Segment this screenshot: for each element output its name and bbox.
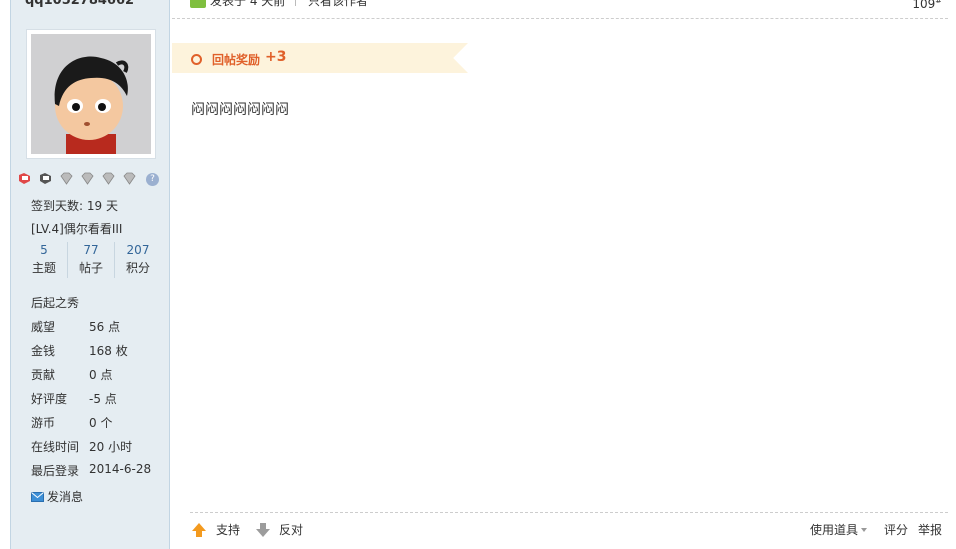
user-level[interactable]: [LV.4]偶尔看看III: [31, 220, 122, 237]
info-value: -5 点: [89, 392, 117, 406]
post-footer-divider: [190, 512, 948, 513]
reward-value: +3: [265, 49, 287, 65]
stat-num: 207: [126, 243, 150, 257]
info-value: 20 小时: [89, 440, 133, 454]
avatar-image: [31, 34, 151, 154]
author-sidebar: qq1052784662 ? 签到天数: 19 天 [LV.4]偶尔看看III …: [10, 0, 170, 549]
info-key: 在线时间: [31, 440, 80, 454]
divider: [295, 0, 296, 6]
use-tool-dropdown[interactable]: 使用道具: [810, 521, 868, 538]
send-message-label: 发消息: [47, 490, 84, 504]
stat-num: 5: [40, 243, 48, 257]
stat-label: 积分: [125, 261, 150, 275]
stat-label: 主题: [31, 261, 56, 275]
diamond-icon[interactable]: [101, 171, 116, 186]
diamond-icon[interactable]: [59, 171, 74, 186]
diamond-icon[interactable]: [80, 171, 95, 186]
reward-ring-icon: [191, 54, 202, 65]
help-icon[interactable]: ?: [146, 173, 159, 186]
info-key: 游币: [31, 416, 56, 430]
reply-reward-banner: 回帖奖励 +3: [172, 43, 468, 73]
arrow-up-icon[interactable]: [191, 522, 207, 538]
avatar[interactable]: [26, 29, 156, 159]
medal-red-icon[interactable]: [17, 171, 32, 186]
info-key: 贡献: [31, 368, 56, 382]
post-meta-bar: 发表于 4 天前 只看该作者 109#: [172, 0, 948, 19]
chevron-down-icon: [861, 528, 868, 532]
info-value: 0 点: [89, 368, 113, 382]
stat-posts[interactable]: 77 帖子: [68, 242, 114, 278]
info-key: 最后登录: [31, 464, 80, 478]
report-button[interactable]: 举报: [918, 521, 942, 538]
send-message-button[interactable]: 发消息: [31, 488, 83, 505]
rate-button[interactable]: 评分: [884, 521, 908, 538]
stat-label: 帖子: [78, 261, 103, 275]
arrow-down-icon[interactable]: [255, 522, 271, 538]
stat-points[interactable]: 207 积分: [115, 242, 161, 278]
online-status-icon: [190, 0, 206, 8]
post-content: 闷闷闷闷闷闷闷: [191, 102, 289, 118]
signin-days: 签到天数: 19 天: [31, 199, 118, 213]
stat-num: 77: [83, 243, 99, 257]
info-value: 168 枚: [89, 344, 128, 358]
posted-time: 发表于 4 天前: [210, 0, 286, 8]
medal-row: [17, 171, 167, 187]
info-value: 0 个: [89, 416, 113, 430]
only-author-link[interactable]: 只看该作者: [308, 0, 368, 9]
info-value: 2014-6-28: [89, 462, 152, 476]
info-key: 金钱: [31, 344, 56, 358]
stat-threads[interactable]: 5 主题: [21, 242, 67, 278]
floor-suffix: #: [935, 0, 942, 5]
oppose-button[interactable]: 反对: [279, 521, 303, 538]
medal-dark-icon[interactable]: [38, 171, 53, 186]
author-username[interactable]: qq1052784662: [25, 0, 134, 8]
diamond-icon[interactable]: [122, 171, 137, 186]
envelope-icon: [31, 491, 44, 502]
reward-label: 回帖奖励: [212, 53, 261, 67]
info-key: 威望: [31, 320, 56, 334]
support-button[interactable]: 支持: [216, 521, 240, 538]
user-rank-title: 后起之秀: [31, 296, 80, 310]
info-value: 56 点: [89, 320, 121, 334]
floor-number[interactable]: 109#: [912, 0, 942, 11]
floor-value: 109: [912, 0, 936, 11]
use-tool-label: 使用道具: [810, 523, 859, 537]
info-key: 好评度: [31, 392, 68, 406]
user-stats: 5 主题 77 帖子 207 积分: [11, 242, 171, 278]
